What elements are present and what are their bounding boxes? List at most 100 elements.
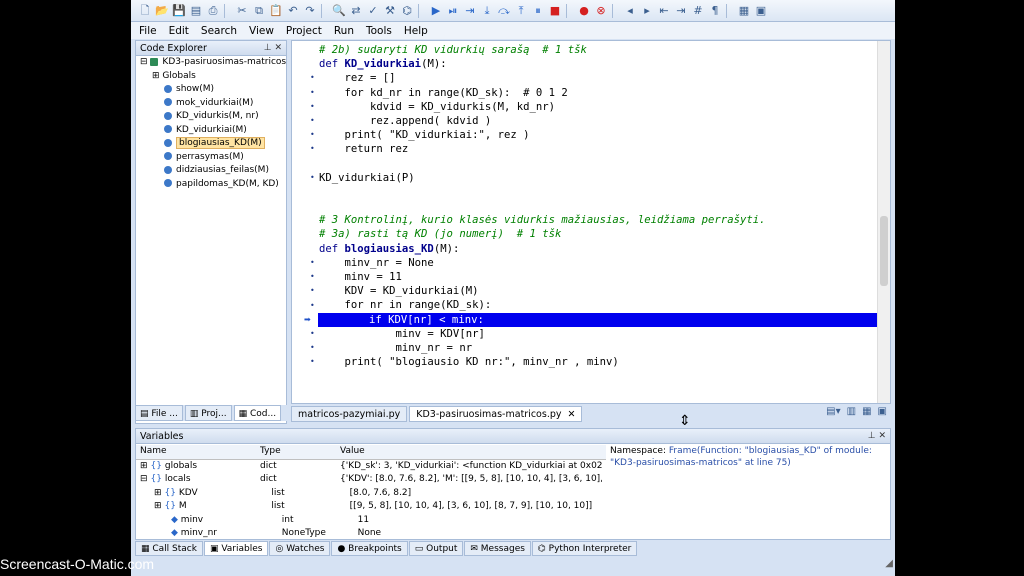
tools-icon[interactable]: ⚒ [382, 3, 398, 19]
run-icon[interactable]: ▶ [428, 3, 444, 19]
tree-globals[interactable]: ⊞ Globals [136, 70, 286, 84]
variable-row[interactable]: ◆ minv_nr NoneType None [136, 527, 606, 539]
tree-function-item[interactable]: papildomas_KD(M, KD) [136, 178, 286, 192]
col-name[interactable]: Name [136, 445, 260, 459]
pin-close-icon[interactable]: ⊥ ✕ [264, 43, 282, 53]
code-editor[interactable]: • • • • • • • • • • • ➡ • • • # 2b) sudaryti KD vidurk… [291, 40, 891, 404]
tree-function-item[interactable]: KD_vidurkis(M, nr) [136, 110, 286, 124]
expand-icon[interactable]: ⊞ [152, 71, 160, 81]
menu-edit[interactable]: Edit [169, 25, 189, 37]
variable-row[interactable]: ⊟{} locals dict {'KDV': [8.0, 7.6, 8.2], '… [136, 473, 606, 487]
toggle-breakpoint-icon[interactable]: ● [576, 3, 592, 19]
tree-function-item[interactable]: blogiausias_KD(M) [136, 137, 286, 151]
copy-icon[interactable]: ⧉ [251, 3, 267, 19]
menu-search[interactable]: Search [201, 25, 237, 37]
code-line[interactable]: rez.append( kdvid ) [319, 114, 879, 128]
executable-line-dot-icon[interactable]: • [310, 272, 315, 281]
code-line[interactable]: for kd_nr in range(KD_sk): # 0 1 2 [319, 86, 879, 100]
variable-row[interactable]: ◆ minv int 11 [136, 514, 606, 528]
resize-grip-icon[interactable]: ◢ [885, 558, 893, 569]
window-icon[interactable]: ▣ [878, 406, 887, 417]
tree-function-item[interactable]: mok_vidurkiai(M) [136, 97, 286, 111]
executable-line-dot-icon[interactable]: • [310, 173, 315, 182]
variable-row[interactable]: ⊞{} Mlist [[9, 5, 8], [10, 10, 4], [3, 6,… [136, 500, 606, 514]
python-icon[interactable]: ⌬ [399, 3, 415, 19]
menu-file[interactable]: File [139, 25, 157, 37]
executable-line-dot-icon[interactable]: • [310, 73, 315, 82]
tab-call-stack[interactable]: ▦ Call Stack [135, 541, 203, 556]
executable-line-dot-icon[interactable]: • [310, 130, 315, 139]
code-line[interactable] [319, 185, 879, 199]
comment-icon[interactable]: # [690, 3, 706, 19]
executable-line-dot-icon[interactable]: • [310, 343, 315, 352]
uncomment-icon[interactable]: ¶ [707, 3, 723, 19]
code-line[interactable]: minv = KDV[nr] [319, 327, 879, 341]
executable-line-dot-icon[interactable]: • [310, 301, 315, 310]
executable-line-dot-icon[interactable]: • [310, 116, 315, 125]
menu-tools[interactable]: Tools [366, 25, 392, 37]
tab-watches[interactable]: ◎ Watches [269, 541, 331, 556]
execution-pointer-icon[interactable]: ➡ [304, 315, 311, 324]
new-file-icon[interactable]: 🗋 [137, 3, 153, 19]
tab-list-icon[interactable]: ▤▾ [826, 406, 840, 417]
expand-toggle-icon[interactable]: ⊞ [154, 488, 162, 498]
unindent-icon[interactable]: ⇥ [673, 3, 689, 19]
tab-project-explorer[interactable]: ▥ Proj... [184, 405, 232, 421]
executable-line-dot-icon[interactable]: • [310, 144, 315, 153]
executable-line-dot-icon[interactable]: • [310, 88, 315, 97]
code-line[interactable]: minv = 11 [319, 270, 879, 284]
variables-table[interactable]: Name Type Value ⊞{} globals dict {'KD_sk':… [136, 445, 606, 539]
executable-line-dot-icon[interactable]: • [310, 258, 315, 267]
code-line[interactable] [319, 199, 879, 213]
code-line[interactable]: KD_vidurkiai(P) [319, 171, 879, 185]
tab-kd3-pasiruosimas[interactable]: KD3-pasiruosimas-matricos.py ✕ [409, 405, 583, 422]
step-out-icon[interactable]: ⤒ [513, 3, 529, 19]
tree-module[interactable]: ⊟ KD3-pasiruosimas-matricos [136, 56, 286, 70]
editor-gutter[interactable]: • • • • • • • • • • • ➡ • • • [292, 41, 318, 403]
col-value[interactable]: Value [340, 445, 602, 459]
col-type[interactable]: Type [260, 445, 340, 459]
syntax-check-icon[interactable]: ✓ [365, 3, 381, 19]
code-line[interactable]: print( "blogiausio KD nr:", minv_nr , mi… [319, 355, 879, 369]
executable-line-dot-icon[interactable]: • [310, 357, 315, 366]
print-icon[interactable]: ⎙ [205, 3, 221, 19]
scroll-thumb[interactable] [880, 216, 888, 286]
code-line[interactable]: def blogiausias_KD(M): [319, 242, 879, 256]
tab-breakpoints[interactable]: ● Breakpoints [331, 541, 408, 556]
executable-line-dot-icon[interactable]: • [310, 329, 315, 338]
collapse-icon[interactable]: ⊟ [140, 57, 148, 67]
tree-function-item[interactable]: KD_vidurkiai(M) [136, 124, 286, 138]
pause-icon[interactable]: ⏸ [530, 3, 546, 19]
tab-python-interpreter[interactable]: ⌬ Python Interpreter [531, 541, 638, 556]
menu-view[interactable]: View [249, 25, 274, 37]
layout-icon[interactable]: ▦ [736, 3, 752, 19]
code-line[interactable]: rez = [] [319, 71, 879, 85]
debug-icon[interactable]: ⏯ [445, 3, 461, 19]
save-icon[interactable]: 💾 [171, 3, 187, 19]
expand-toggle-icon[interactable]: ⊟ [140, 474, 148, 484]
menu-run[interactable]: Run [334, 25, 354, 37]
tab-file-explorer[interactable]: ▤ File ... [135, 405, 183, 421]
variable-row[interactable]: ⊞{} globals dict {'KD_sk': 3, 'KD_vidurkia… [136, 460, 606, 474]
code-line[interactable]: return rez [319, 142, 879, 156]
menu-help[interactable]: Help [404, 25, 428, 37]
tab-variables[interactable]: ▣ Variables [203, 541, 269, 556]
tree-function-item[interactable]: show(M) [136, 83, 286, 97]
back-icon[interactable]: ◂ [622, 3, 638, 19]
expand-toggle-icon[interactable]: ⊞ [154, 501, 162, 511]
tree-function-item[interactable]: perrasymas(M) [136, 151, 286, 165]
undo-icon[interactable]: ↶ [285, 3, 301, 19]
split-icon[interactable]: ▥ [847, 406, 856, 417]
stop-icon[interactable]: ■ [547, 3, 563, 19]
cut-icon[interactable]: ✂ [234, 3, 250, 19]
view-icon[interactable]: ▣ [753, 3, 769, 19]
redo-icon[interactable]: ↷ [302, 3, 318, 19]
tile-icon[interactable]: ▦ [862, 406, 871, 417]
pin-close-icon[interactable]: ⊥ ✕ [868, 431, 886, 441]
clear-breakpoints-icon[interactable]: ⊗ [593, 3, 609, 19]
step-into-icon[interactable]: ⤓ [479, 3, 495, 19]
save-all-icon[interactable]: ▤ [188, 3, 204, 19]
tab-code-explorer[interactable]: ▦ Cod... [233, 405, 282, 421]
code-line[interactable]: # 3a) rasti tą KD (jo numerį) # 1 tšk [319, 227, 879, 241]
tab-matricos-pazymiai[interactable]: matricos-pazymiai.py [291, 405, 408, 422]
